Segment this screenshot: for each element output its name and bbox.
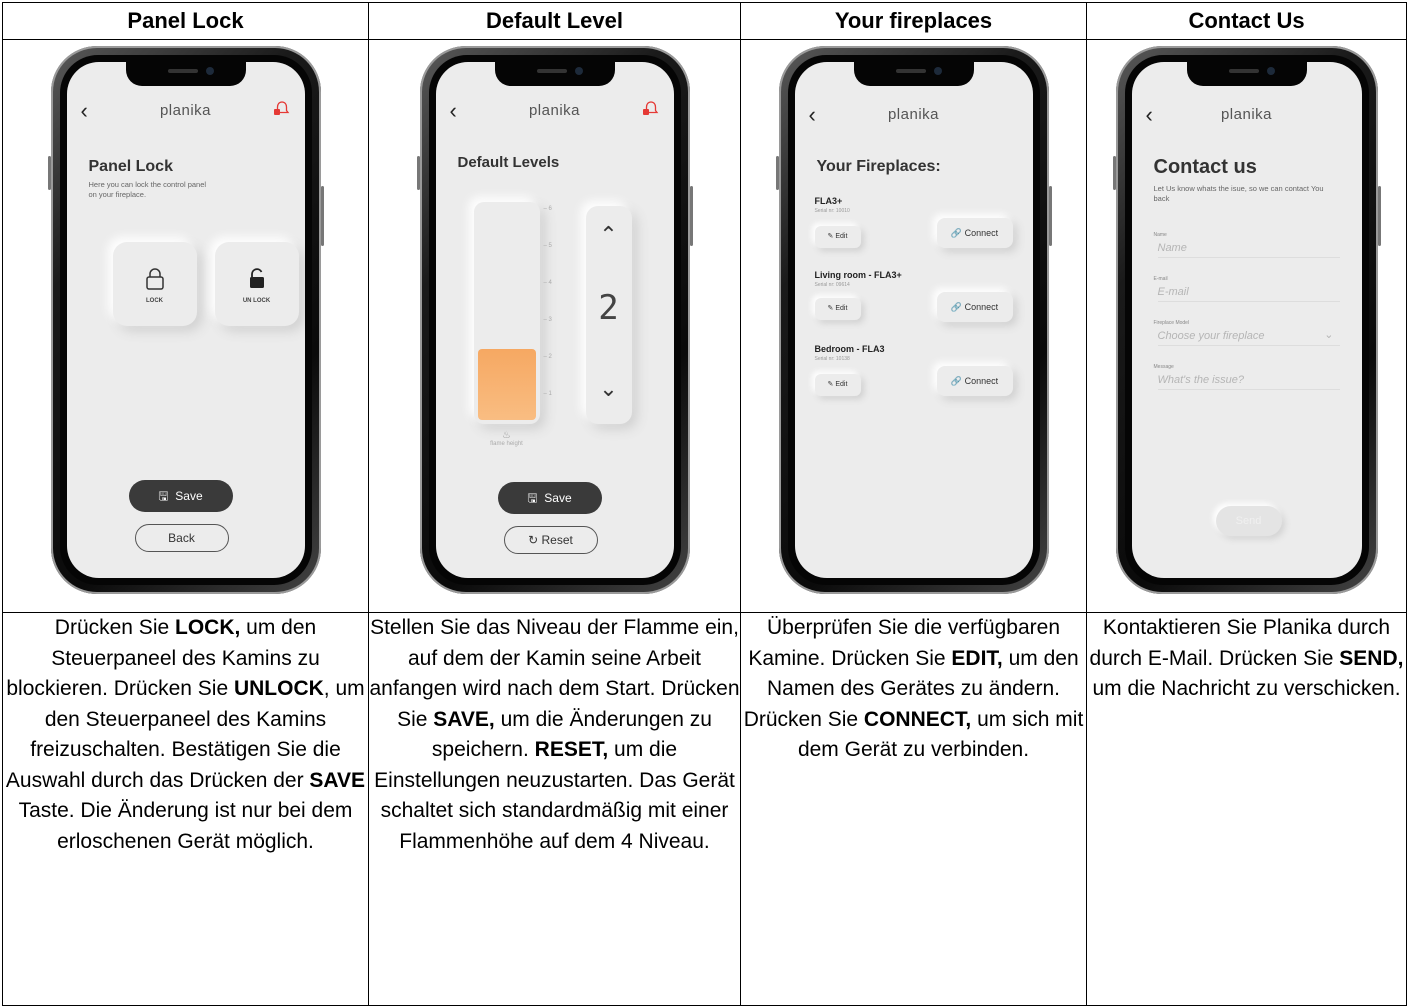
page-subtitle: Let Us know whats the isue, so we can co… xyxy=(1153,184,1324,203)
link-icon: 🔗 xyxy=(950,228,963,238)
flame-icon: ♨ xyxy=(502,430,511,441)
save-label: Save xyxy=(544,491,572,505)
fireplaces-cell: ‹ planika Your Fireplaces: FLA3+ Serial … xyxy=(740,39,1087,613)
header-your-fireplaces: Your fireplaces xyxy=(740,2,1087,40)
email-label: E-mail xyxy=(1153,276,1168,282)
edit-icon: ✎ xyxy=(827,305,834,312)
page-title: Contact us xyxy=(1153,156,1257,178)
brand-logo: planika xyxy=(887,106,940,123)
fireplace-name: Living room - FLA3+ xyxy=(814,270,902,280)
save-button[interactable]: 🖫 Save xyxy=(497,482,602,514)
chevron-down-icon: ⌄ xyxy=(1324,329,1334,341)
fireplace-item: Living room - FLA3+ Serial nr: 09614 ✎ E… xyxy=(811,270,1017,336)
panel-lock-cell: ‹ planika Panel Lock Here you can lock t… xyxy=(2,39,369,613)
reset-icon: ↻ xyxy=(528,533,539,547)
connect-button[interactable]: 🔗 Connect xyxy=(936,218,1013,248)
brand-logo: planika xyxy=(159,102,212,119)
level-up-icon[interactable]: ⌃ xyxy=(586,222,632,248)
connect-button[interactable]: 🔗 Connect xyxy=(936,292,1013,322)
phone-contact: ‹ planika Contact us Let Us know whats t… xyxy=(1112,46,1381,594)
page-subtitle: Here you can lock the control panel on y… xyxy=(88,180,207,199)
edit-button[interactable]: ✎ Edit xyxy=(814,226,861,248)
name-input[interactable]: Name xyxy=(1157,242,1340,258)
unlock-label: UN LOCK xyxy=(242,298,271,304)
edit-icon: ✎ xyxy=(827,381,834,388)
model-select[interactable]: Choose your fireplace ⌄ xyxy=(1157,329,1340,346)
edit-button[interactable]: ✎ Edit xyxy=(814,298,861,320)
fireplace-serial: Serial nr: 09614 xyxy=(814,282,850,288)
description-contact: Kontaktieren Sie Planika durch durch E-M… xyxy=(1086,612,1407,1006)
edit-button[interactable]: ✎ Edit xyxy=(814,374,861,396)
scale-tick: – 6 xyxy=(543,206,552,212)
send-button[interactable]: Send xyxy=(1215,506,1282,536)
fireplace-name: FLA3+ xyxy=(814,196,843,206)
fireplace-item: FLA3+ Serial nr: 10010 ✎ Edit 🔗 Connect xyxy=(811,196,1017,262)
contact-screen: ‹ planika Contact us Let Us know whats t… xyxy=(1131,62,1362,578)
scale-tick: – 1 xyxy=(543,391,552,397)
lock-outline-icon xyxy=(145,268,164,290)
link-icon: 🔗 xyxy=(950,302,963,312)
model-label: Fireplace Model xyxy=(1153,320,1190,326)
current-level: 2 xyxy=(598,288,619,328)
description-default-level: Stellen Sie das Niveau der Flamme ein, a… xyxy=(368,612,741,1006)
save-icon: 🖫 xyxy=(527,491,538,505)
link-icon: 🔗 xyxy=(950,376,963,386)
phone-default-level: ‹ planika Default Levels – 6– 5– 4– 3– 2… xyxy=(416,46,693,594)
brand-logo: planika xyxy=(1220,106,1273,123)
level-scale: – 6 – 5 – 4 – 3 – 2 – 1 xyxy=(544,202,558,424)
email-input[interactable]: E-mail xyxy=(1157,286,1340,302)
page-title: Default Levels xyxy=(457,154,560,171)
scale-tick: – 2 xyxy=(543,354,552,360)
scale-tick: – 5 xyxy=(543,243,552,249)
description-panel-lock: Drücken Sie LOCK, um den Steuerpaneel de… xyxy=(2,612,369,1006)
lock-button[interactable]: LOCK xyxy=(112,242,197,326)
default-level-screen: ‹ planika Default Levels – 6– 5– 4– 3– 2… xyxy=(435,62,674,578)
save-button[interactable]: 🖫 Save xyxy=(128,480,233,512)
header-row: Panel Lock Default Level Your fireplaces… xyxy=(2,2,1407,40)
save-label: Save xyxy=(175,489,203,503)
flame-level-bar[interactable] xyxy=(473,202,540,424)
message-label: Message xyxy=(1153,364,1174,370)
description-fireplaces: Überprüfen Sie die verfügbaren Kamine. D… xyxy=(740,612,1087,1006)
bell-icon[interactable] xyxy=(642,100,660,118)
fireplace-name: Bedroom - FLA3 xyxy=(814,344,885,354)
instruction-table: Panel Lock Default Level Your fireplaces… xyxy=(2,2,1407,1006)
flame-level-fill xyxy=(477,349,536,420)
level-stepper[interactable]: ⌃ 2 ⌄ xyxy=(585,206,632,424)
back-button[interactable]: Back xyxy=(134,524,229,552)
brand-logo: planika xyxy=(528,102,581,119)
scale-tick: – 3 xyxy=(543,317,552,323)
name-label: Name xyxy=(1153,232,1167,238)
bar-caption: ♨ flame height xyxy=(474,430,540,447)
panel-lock-screen: ‹ planika Panel Lock Here you can lock t… xyxy=(66,62,305,578)
lock-label: LOCK xyxy=(146,298,163,304)
screenshot-row: ‹ planika Panel Lock Here you can lock t… xyxy=(2,39,1407,613)
connect-button[interactable]: 🔗 Connect xyxy=(936,366,1013,396)
unlock-button[interactable]: UN LOCK xyxy=(214,242,299,326)
fireplaces-screen: ‹ planika Your Fireplaces: FLA3+ Serial … xyxy=(794,62,1033,578)
page-title: Panel Lock xyxy=(88,158,173,175)
fireplace-item: Bedroom - FLA3 Serial nr: 10138 ✎ Edit 🔗… xyxy=(811,344,1017,410)
header-panel-lock: Panel Lock xyxy=(2,2,369,40)
level-down-icon[interactable]: ⌄ xyxy=(586,376,632,402)
fireplace-serial: Serial nr: 10010 xyxy=(814,208,850,214)
header-default-level: Default Level xyxy=(368,2,741,40)
contact-cell: ‹ planika Contact us Let Us know whats t… xyxy=(1086,39,1407,613)
fireplace-serial: Serial nr: 10138 xyxy=(814,356,850,362)
bell-icon[interactable] xyxy=(273,100,291,118)
header-contact-us: Contact Us xyxy=(1086,2,1407,40)
message-input[interactable]: What's the issue? xyxy=(1157,374,1340,390)
edit-icon: ✎ xyxy=(827,233,834,240)
description-row: Drücken Sie LOCK, um den Steuerpaneel de… xyxy=(2,612,1407,1006)
reset-button[interactable]: ↻ Reset xyxy=(503,526,598,554)
phone-fireplaces: ‹ planika Your Fireplaces: FLA3+ Serial … xyxy=(775,46,1052,594)
page-title: Your Fireplaces: xyxy=(816,158,941,175)
reset-label: Reset xyxy=(541,533,573,547)
unlock-icon xyxy=(249,268,264,288)
phone-panel-lock: ‹ planika Panel Lock Here you can lock t… xyxy=(47,46,324,594)
default-level-cell: ‹ planika Default Levels – 6– 5– 4– 3– 2… xyxy=(368,39,741,613)
save-icon: 🖫 xyxy=(158,489,169,503)
scale-tick: – 4 xyxy=(543,280,552,286)
